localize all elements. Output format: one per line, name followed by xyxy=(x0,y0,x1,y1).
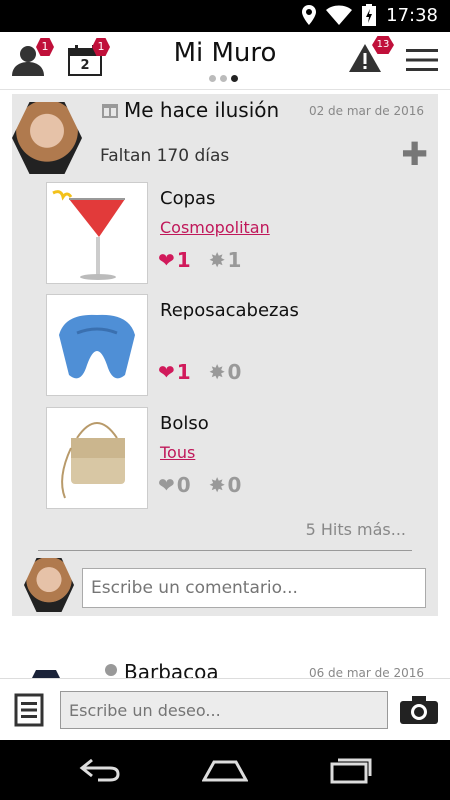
wish-item[interactable]: Bolso Tous ❤ 0 ✸ 0 xyxy=(46,407,426,509)
gift-icon xyxy=(102,104,118,118)
recents-icon xyxy=(330,758,372,784)
star-icon: ✸ xyxy=(208,360,226,384)
home-icon xyxy=(201,760,249,782)
item-name: Bolso xyxy=(160,413,209,434)
post-title: Me hace ilusión xyxy=(124,98,280,122)
star-button[interactable]: ✸ 1 xyxy=(209,248,242,272)
item-brand-link[interactable]: Cosmopolitan xyxy=(160,218,270,237)
list-button[interactable] xyxy=(14,693,44,731)
divider xyxy=(38,550,412,551)
alerts-button[interactable]: 13 xyxy=(348,36,394,78)
item-stats: ❤ 1 ✸ 0 xyxy=(158,360,241,384)
star-button[interactable]: ✸ 0 xyxy=(209,360,242,384)
like-button[interactable]: ❤ 0 xyxy=(158,473,191,497)
page-indicator xyxy=(209,75,238,82)
system-nav-bar xyxy=(0,740,450,800)
like-count: 1 xyxy=(176,360,191,384)
pin-icon xyxy=(105,664,117,676)
post-date: 06 de mar de 2016 xyxy=(308,666,424,678)
page-dot xyxy=(220,75,227,82)
back-button[interactable] xyxy=(78,758,122,786)
item-image xyxy=(46,407,148,509)
camera-icon xyxy=(400,696,438,724)
item-stats: ❤ 0 ✸ 0 xyxy=(158,473,241,497)
wish-compose-bar xyxy=(0,678,450,740)
heart-icon: ❤ xyxy=(158,473,175,497)
menu-button[interactable] xyxy=(406,48,438,76)
like-count: 0 xyxy=(176,473,191,497)
wifi-icon xyxy=(326,5,353,25)
wish-post-card: Me hace ilusión 02 de mar de 2016 Faltan… xyxy=(12,94,438,616)
feed[interactable]: Me hace ilusión 02 de mar de 2016 Faltan… xyxy=(0,90,450,678)
camera-button[interactable] xyxy=(400,696,438,728)
like-count: 1 xyxy=(176,248,191,272)
countdown-text: Faltan 170 días xyxy=(100,146,230,166)
post-title: Barbacoa xyxy=(124,660,219,678)
page-dot-active xyxy=(231,75,238,82)
item-image xyxy=(46,294,148,396)
item-stats: ❤ 1 ✸ 1 xyxy=(158,248,241,272)
item-name: Copas xyxy=(160,188,216,209)
heart-icon: ❤ xyxy=(158,360,175,384)
like-button[interactable]: ❤ 1 xyxy=(158,360,191,384)
star-icon: ✸ xyxy=(208,473,226,497)
battery-icon xyxy=(362,4,377,26)
page-dot xyxy=(209,75,216,82)
status-bar: 17:38 xyxy=(0,0,450,32)
home-button[interactable] xyxy=(201,758,249,786)
app-header: 1 2 1 Mi Muro 13 xyxy=(0,32,450,90)
wish-input[interactable] xyxy=(60,691,388,729)
item-name: Reposacabezas xyxy=(160,300,299,321)
star-count: 0 xyxy=(227,360,242,384)
post-date: 02 de mar de 2016 xyxy=(308,104,424,118)
clock: 17:38 xyxy=(386,4,438,26)
add-icon[interactable]: ✚ xyxy=(401,138,428,170)
comment-input[interactable] xyxy=(82,568,426,608)
wish-item[interactable]: Reposacabezas ❤ 1 ✸ 0 xyxy=(46,294,426,396)
list-icon xyxy=(14,693,44,727)
item-brand-link[interactable]: Tous xyxy=(160,443,195,462)
wish-item[interactable]: Copas Cosmopolitan ❤ 1 ✸ 1 xyxy=(46,182,426,284)
star-count: 1 xyxy=(227,248,242,272)
back-icon xyxy=(79,758,120,782)
item-image xyxy=(46,182,148,284)
star-button[interactable]: ✸ 0 xyxy=(209,473,242,497)
more-hits-link[interactable]: 5 Hits más... xyxy=(306,520,406,539)
location-icon xyxy=(302,5,317,25)
avatar[interactable] xyxy=(26,670,66,678)
star-icon: ✸ xyxy=(208,248,226,272)
star-count: 0 xyxy=(227,473,242,497)
recents-button[interactable] xyxy=(330,756,372,788)
like-button[interactable]: ❤ 1 xyxy=(158,248,191,272)
heart-icon: ❤ xyxy=(158,248,175,272)
hamburger-icon xyxy=(406,49,438,71)
